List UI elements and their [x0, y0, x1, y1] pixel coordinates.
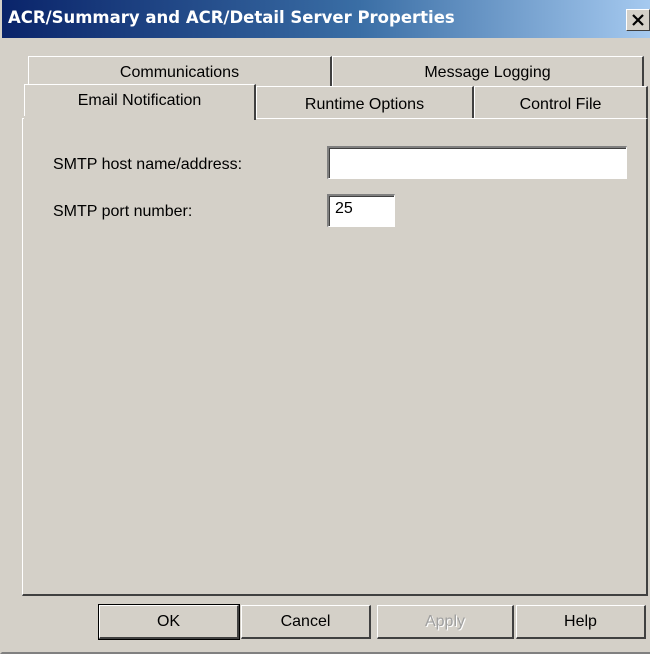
close-button[interactable]	[626, 9, 650, 31]
tab-message-logging[interactable]: Message Logging	[332, 56, 644, 88]
smtp-port-input[interactable]: 25	[327, 194, 395, 227]
tab-control-file[interactable]: Control File	[474, 86, 648, 120]
tab-runtime-options-label: Runtime Options	[304, 96, 425, 113]
help-button-label: Help	[564, 613, 597, 630]
ok-button-label: OK	[156, 613, 181, 630]
smtp-port-label: SMTP port number:	[53, 203, 193, 220]
window-title: ACR/Summary and ACR/Detail Server Proper…	[8, 8, 455, 27]
tab-runtime-options[interactable]: Runtime Options	[256, 86, 474, 120]
tab-email-notification-label: Email Notification	[77, 92, 202, 109]
close-icon	[632, 14, 644, 26]
cancel-button-label: Cancel	[280, 613, 331, 630]
apply-button-label: Apply	[424, 613, 466, 630]
properties-dialog: ACR/Summary and ACR/Detail Server Proper…	[0, 0, 650, 654]
tab-message-logging-label: Message Logging	[424, 64, 551, 81]
title-bar[interactable]: ACR/Summary and ACR/Detail Server Proper…	[2, 0, 650, 38]
ok-button[interactable]: OK	[98, 604, 240, 640]
tab-control-file-label: Control File	[519, 96, 602, 113]
tab-email-notification[interactable]: Email Notification	[24, 84, 256, 120]
tab-communications-label: Communications	[119, 64, 240, 81]
cancel-button[interactable]: Cancel	[241, 605, 371, 639]
apply-button[interactable]: Apply	[377, 605, 514, 639]
smtp-host-label: SMTP host name/address:	[53, 156, 243, 173]
selected-tab-gap	[24, 116, 254, 121]
email-notification-panel: SMTP host name/address: SMTP port number…	[22, 118, 648, 596]
smtp-host-input[interactable]	[327, 146, 627, 179]
help-button[interactable]: Help	[516, 605, 646, 639]
